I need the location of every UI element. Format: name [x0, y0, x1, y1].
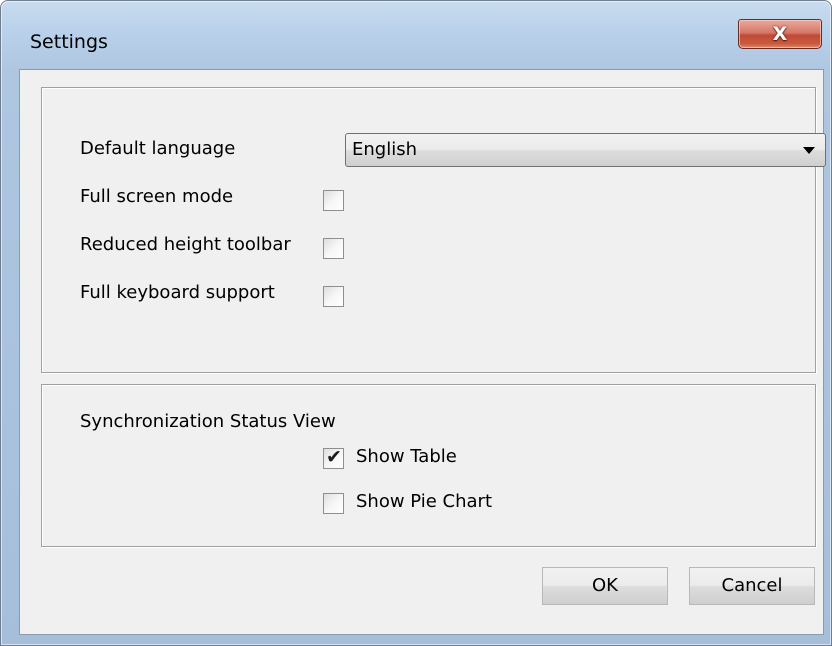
full-keyboard-support-label: Full keyboard support [80, 282, 275, 303]
sync-status-group: Synchronization Status View ✔ Show Table… [41, 384, 816, 547]
default-language-value: English [352, 139, 417, 160]
reduced-height-toolbar-checkbox[interactable] [323, 238, 344, 259]
default-language-label: Default language [80, 138, 236, 159]
chevron-down-icon [803, 147, 815, 154]
show-pie-chart-checkbox[interactable] [323, 493, 344, 514]
close-icon: X [772, 23, 788, 45]
cancel-button[interactable]: Cancel [689, 567, 815, 605]
full-screen-mode-label: Full screen mode [80, 186, 234, 207]
general-settings-group: Default language English Full screen mod… [41, 87, 826, 373]
ok-button[interactable]: OK [542, 567, 668, 605]
sync-status-heading: Synchronization Status View [80, 411, 336, 432]
checkmark-icon: ✔ [326, 446, 342, 468]
reduced-height-toolbar-label: Reduced height toolbar [80, 234, 291, 255]
close-button[interactable]: X [738, 19, 822, 49]
show-table-label[interactable]: Show Table [356, 446, 457, 467]
dialog-title: Settings [30, 31, 108, 53]
full-screen-mode-checkbox[interactable] [323, 190, 344, 211]
dialog-body: Default language English Full screen mod… [19, 69, 826, 635]
full-keyboard-support-checkbox[interactable] [323, 286, 344, 307]
default-language-dropdown[interactable]: English [345, 133, 826, 167]
settings-dialog: Settings X Default language English Full… [0, 0, 832, 646]
show-pie-chart-label[interactable]: Show Pie Chart [356, 491, 492, 512]
show-table-checkbox[interactable]: ✔ [323, 446, 344, 469]
